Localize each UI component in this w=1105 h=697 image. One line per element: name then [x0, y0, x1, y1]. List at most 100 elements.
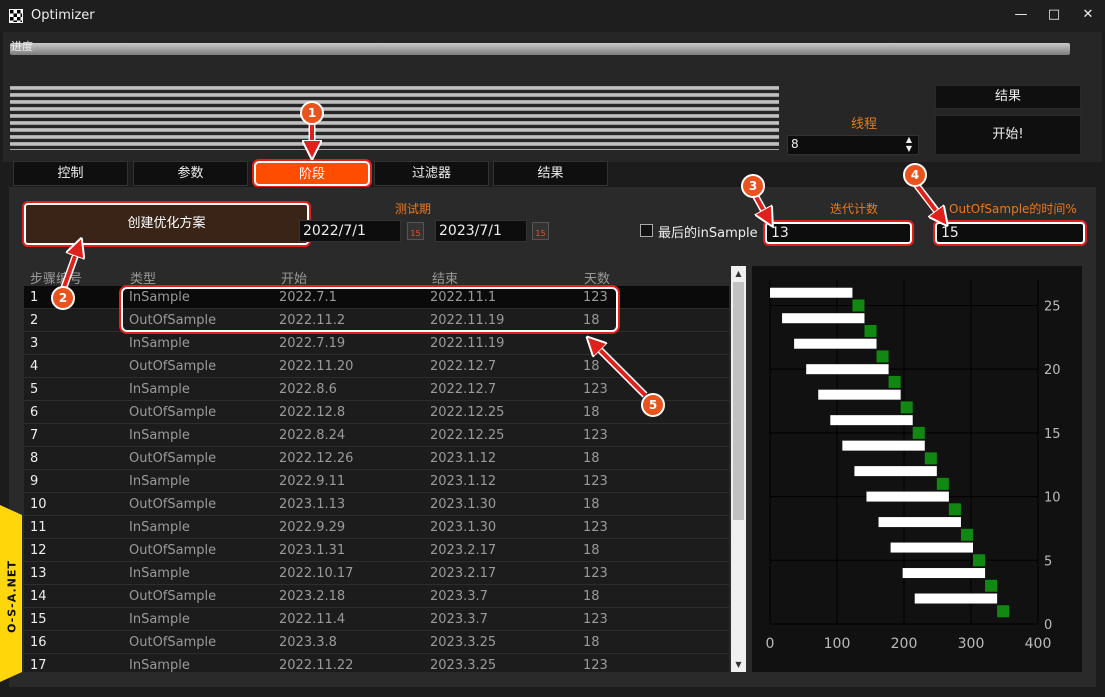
type-cell: InSample	[129, 428, 190, 443]
callout-3: 3	[741, 174, 765, 198]
start-cell: 2022.11.20	[279, 359, 354, 374]
results-button[interactable]: 结果	[935, 85, 1081, 109]
outofsample-bar	[924, 452, 937, 465]
callout-5: 5	[641, 393, 665, 417]
table-row[interactable]: 4 OutOfSample 2022.11.20 2022.12.7 18	[24, 355, 729, 378]
stages-table: 1 InSample 2022.7.1 2022.11.1 123 2 OutOfSampl…	[24, 286, 729, 672]
column-header-step[interactable]: 步骤编号	[30, 268, 82, 287]
last-insample-checkbox[interactable]	[640, 224, 653, 237]
outofsample-bar	[936, 477, 949, 490]
tab-filters[interactable]: 过滤器	[374, 161, 489, 186]
calendar-icon[interactable]: 15	[532, 222, 549, 240]
type-cell: OutOfSample	[129, 635, 217, 650]
type-cell: InSample	[129, 382, 190, 397]
end-cell: 2023.3.7	[430, 589, 488, 604]
oos-time-input[interactable]: 15	[935, 222, 1085, 244]
outofsample-bar	[876, 350, 889, 363]
column-header-start[interactable]: 开始	[281, 268, 307, 287]
column-header-end[interactable]: 结束	[432, 268, 458, 287]
table-row[interactable]: 13 InSample 2022.10.17 2023.2.17 123	[24, 562, 729, 585]
outofsample-bar	[888, 375, 901, 388]
table-row[interactable]: 16 OutOfSample 2023.3.8 2023.3.25 18	[24, 631, 729, 654]
minimize-button[interactable]: —	[1010, 4, 1032, 26]
highlight-first-steps	[121, 287, 618, 332]
end-cell: 2023.2.17	[430, 566, 497, 581]
start-cell: 2022.8.6	[279, 382, 337, 397]
step-cell: 13	[30, 566, 47, 581]
table-row[interactable]: 6 OutOfSample 2022.12.8 2022.12.25 18	[24, 401, 729, 424]
table-row[interactable]: 8 OutOfSample 2022.12.26 2023.1.12 18	[24, 447, 729, 470]
column-header-type[interactable]: 类型	[130, 268, 156, 287]
callout-2: 2	[51, 286, 75, 310]
scroll-down-icon[interactable]: ▼	[731, 657, 746, 672]
threads-value: 8	[791, 137, 799, 151]
table-row[interactable]: 7 InSample 2022.8.24 2022.12.25 123	[24, 424, 729, 447]
start-button[interactable]: 开始!	[935, 115, 1081, 155]
tab-stages[interactable]: 阶段	[254, 161, 370, 186]
calendar-icon[interactable]: 15	[407, 222, 424, 240]
type-cell: OutOfSample	[129, 589, 217, 604]
insample-bar	[782, 313, 865, 324]
step-cell: 3	[30, 336, 39, 351]
test-period-label: 测试期	[395, 202, 432, 216]
table-row[interactable]: 17 InSample 2022.11.22 2023.3.25 123	[24, 654, 729, 672]
type-cell: InSample	[129, 520, 190, 535]
iteration-label: 迭代计数	[830, 202, 879, 216]
table-row[interactable]: 12 OutOfSample 2023.1.31 2023.2.17 18	[24, 539, 729, 562]
x-tick-label: 200	[891, 636, 918, 652]
step-cell: 16	[30, 635, 47, 650]
start-date-field[interactable]: 2022/7/1	[299, 220, 401, 242]
outofsample-bar	[852, 299, 865, 312]
outofsample-bar	[960, 528, 974, 541]
table-row[interactable]: 3 InSample 2022.7.19 2022.11.19	[24, 332, 729, 355]
outofsample-bar	[973, 554, 986, 567]
tab-results[interactable]: 结果	[493, 161, 608, 186]
start-cell: 2023.3.8	[279, 635, 337, 650]
threads-stepper-arrows[interactable]: ▲ ▼	[900, 135, 918, 155]
column-header-days[interactable]: 天数	[584, 268, 610, 287]
insample-bar	[914, 593, 998, 604]
spin-up-icon[interactable]: ▲	[900, 135, 918, 144]
outofsample-bar	[900, 401, 913, 414]
start-cell: 2022.11.4	[279, 612, 346, 627]
outofsample-bar	[948, 503, 961, 516]
insample-bar	[794, 338, 877, 349]
days-cell: 18	[583, 451, 600, 466]
window-title: Optimizer	[31, 8, 95, 23]
scroll-up-icon[interactable]: ▲	[731, 266, 746, 281]
table-row[interactable]: 15 InSample 2022.11.4 2023.3.7 123	[24, 608, 729, 631]
scrollbar-thumb[interactable]	[733, 282, 744, 520]
table-row[interactable]: 11 InSample 2022.9.29 2023.1.30 123	[24, 516, 729, 539]
callout-4: 4	[903, 163, 927, 187]
type-cell: InSample	[129, 566, 190, 581]
step-cell: 9	[30, 474, 39, 489]
table-row[interactable]: 5 InSample 2022.8.6 2022.12.7 123	[24, 378, 729, 401]
table-row[interactable]: 10 OutOfSample 2023.1.13 2023.1.30 18	[24, 493, 729, 516]
days-cell: 123	[583, 566, 608, 581]
iteration-input[interactable]: 13	[765, 222, 912, 244]
tab-parameters[interactable]: 参数	[133, 161, 248, 186]
start-cell: 2022.11.22	[279, 658, 354, 672]
step-cell: 1	[30, 290, 39, 305]
thread-progress-bars	[10, 86, 779, 150]
spin-down-icon[interactable]: ▼	[900, 144, 918, 153]
start-cell: 2022.9.29	[279, 520, 346, 535]
start-cell: 2023.2.18	[279, 589, 346, 604]
maximize-button[interactable]: □	[1043, 4, 1065, 26]
type-cell: OutOfSample	[129, 497, 217, 512]
start-cell: 2022.8.24	[279, 428, 346, 443]
close-button[interactable]: ✕	[1077, 4, 1099, 26]
x-tick-label: 0	[766, 636, 775, 652]
threads-label: 线程	[851, 117, 878, 132]
type-cell: OutOfSample	[129, 543, 217, 558]
insample-bar	[878, 517, 961, 528]
table-row[interactable]: 9 InSample 2022.9.11 2023.1.12 123	[24, 470, 729, 493]
table-row[interactable]: 14 OutOfSample 2023.2.18 2023.3.7 18	[24, 585, 729, 608]
step-cell: 10	[30, 497, 47, 512]
y-tick-label: 15	[1044, 427, 1061, 442]
tab-control[interactable]: 控制	[13, 161, 128, 186]
y-tick-label: 5	[1044, 554, 1052, 569]
x-tick-label: 300	[958, 636, 985, 652]
create-plan-button[interactable]: 创建优化方案	[24, 203, 309, 245]
end-date-field[interactable]: 2023/7/1	[435, 220, 527, 242]
